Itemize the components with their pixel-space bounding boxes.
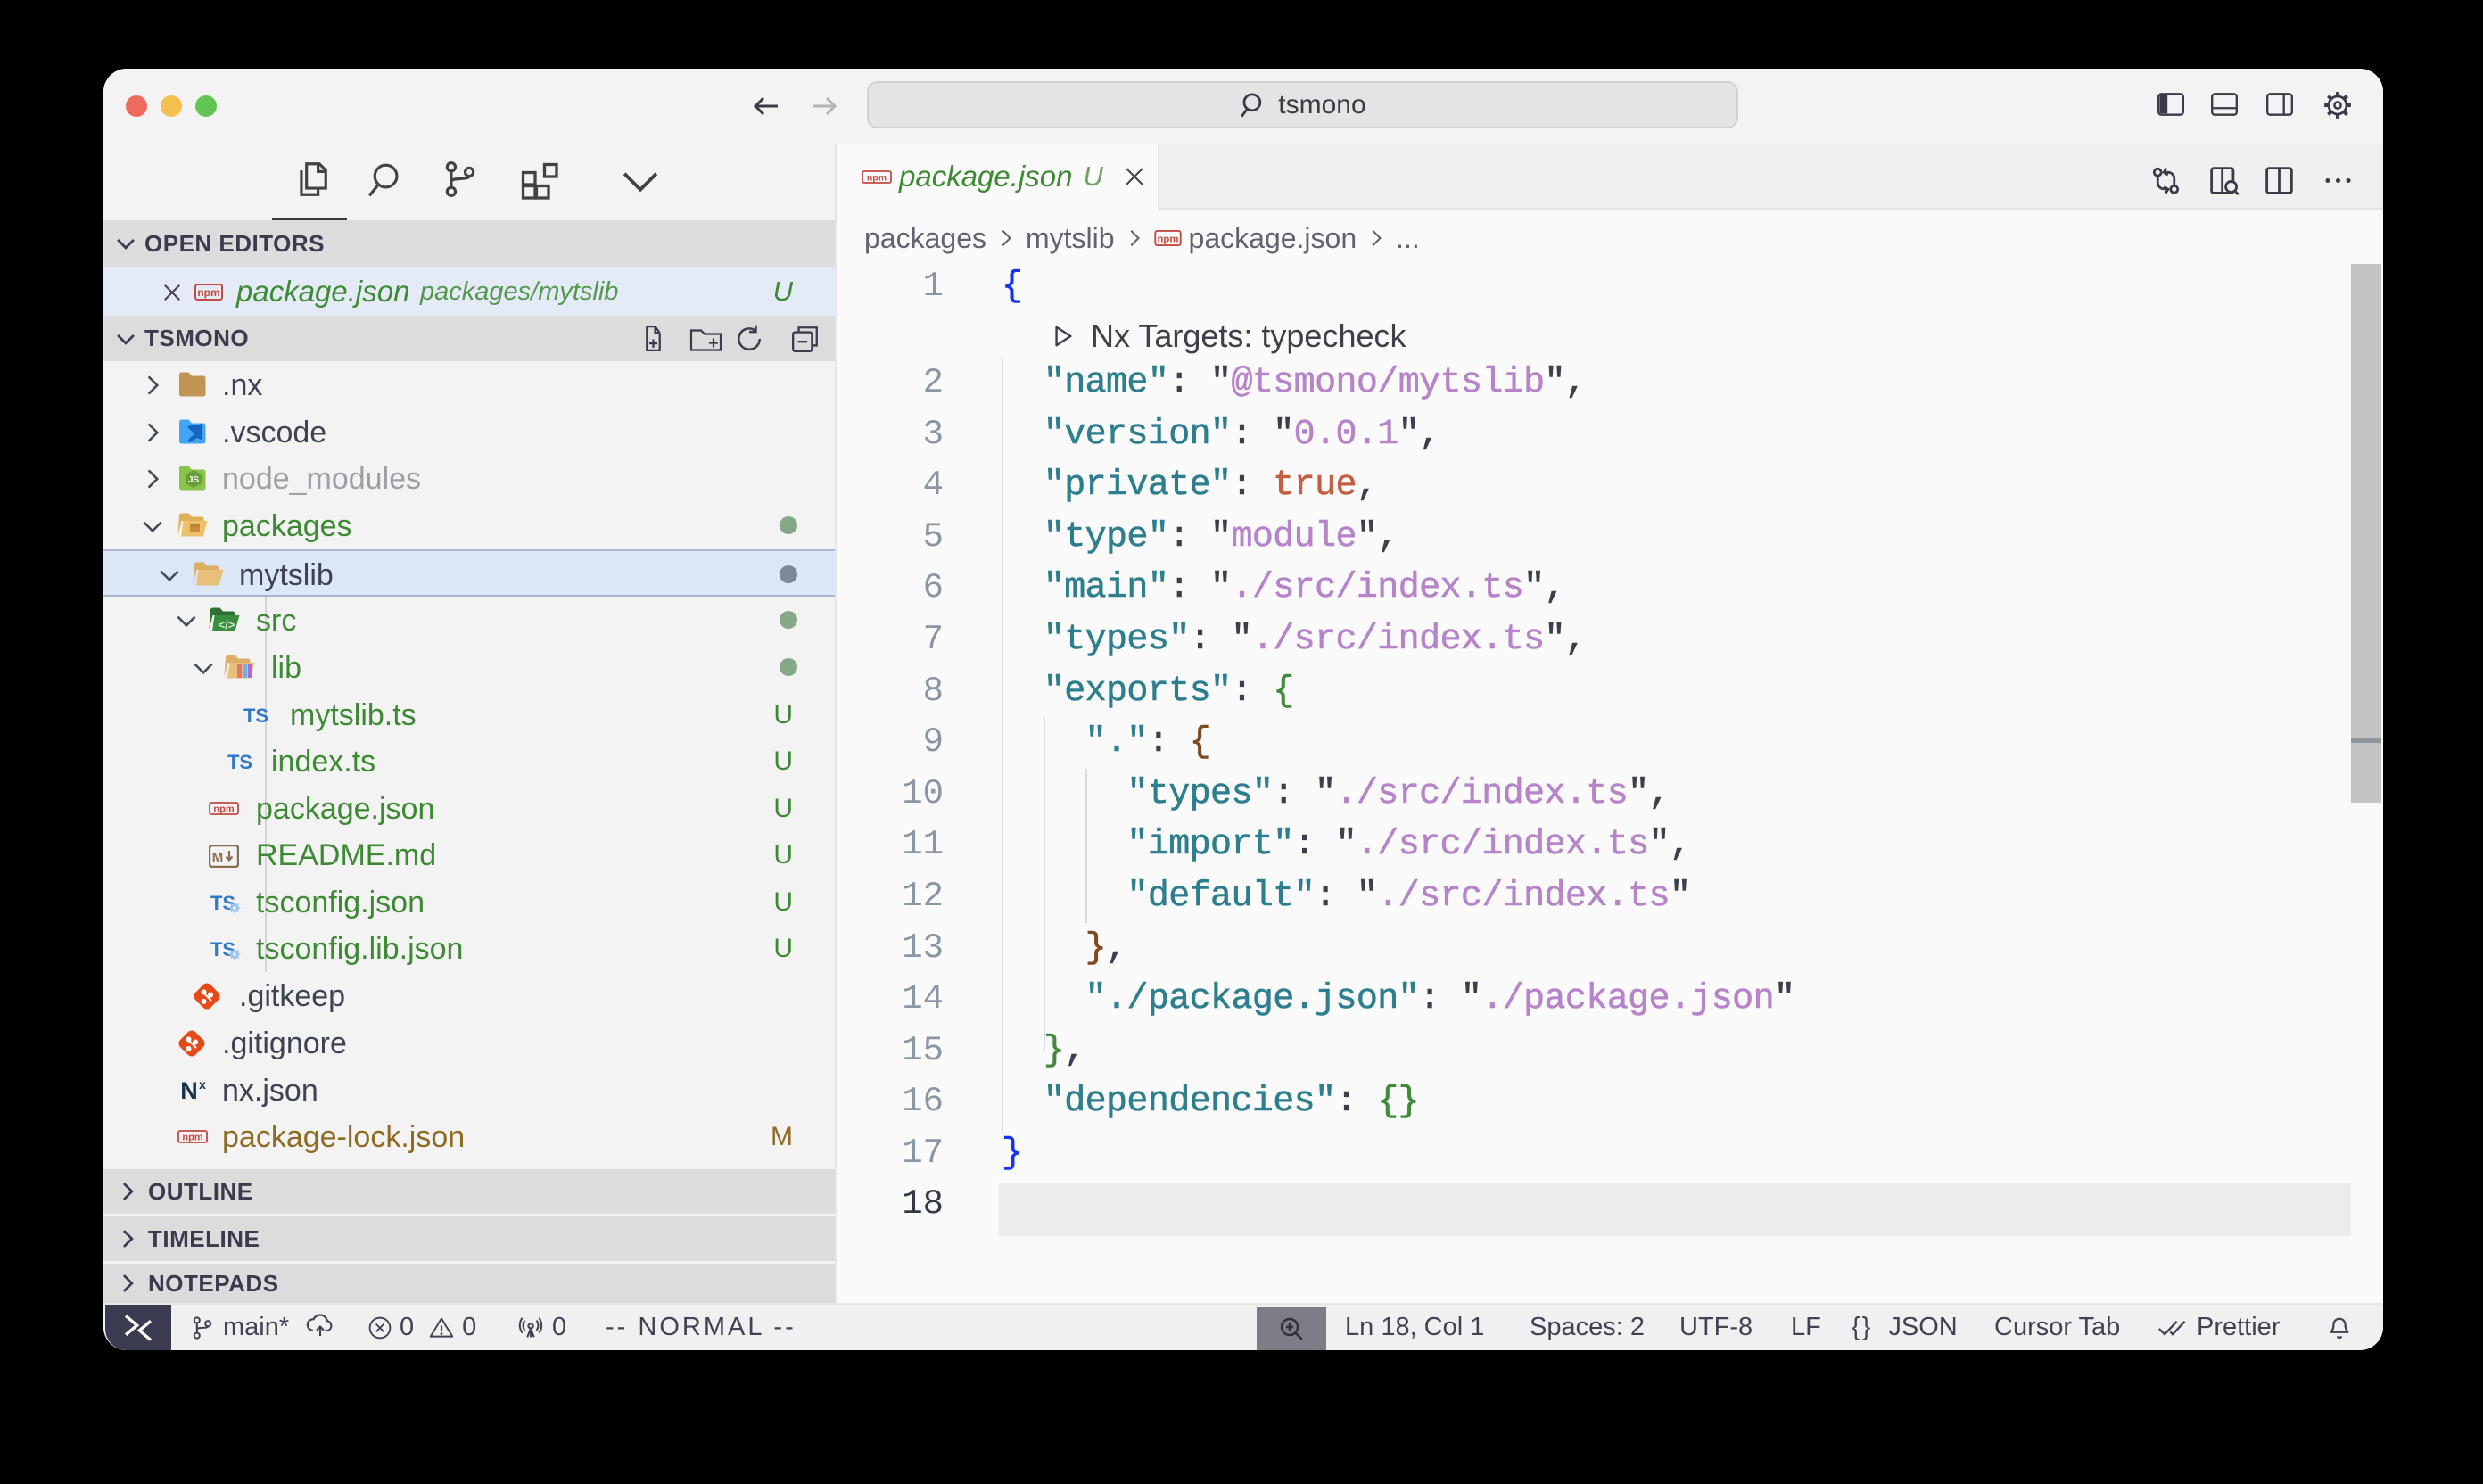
svg-text:npm: npm — [197, 286, 219, 299]
svg-text:JS: JS — [188, 475, 200, 485]
svg-text:npm: npm — [867, 172, 887, 183]
svg-text:</>: </> — [219, 618, 235, 631]
svg-text:npm: npm — [182, 1133, 202, 1143]
svg-text:M: M — [212, 850, 224, 865]
svg-text:x: x — [199, 1077, 206, 1092]
svg-text:npm: npm — [1157, 234, 1178, 244]
svg-text:N: N — [180, 1077, 198, 1103]
svg-text:npm: npm — [213, 804, 234, 815]
svg-text:TS: TS — [227, 751, 252, 773]
svg-text:TS: TS — [243, 705, 268, 727]
